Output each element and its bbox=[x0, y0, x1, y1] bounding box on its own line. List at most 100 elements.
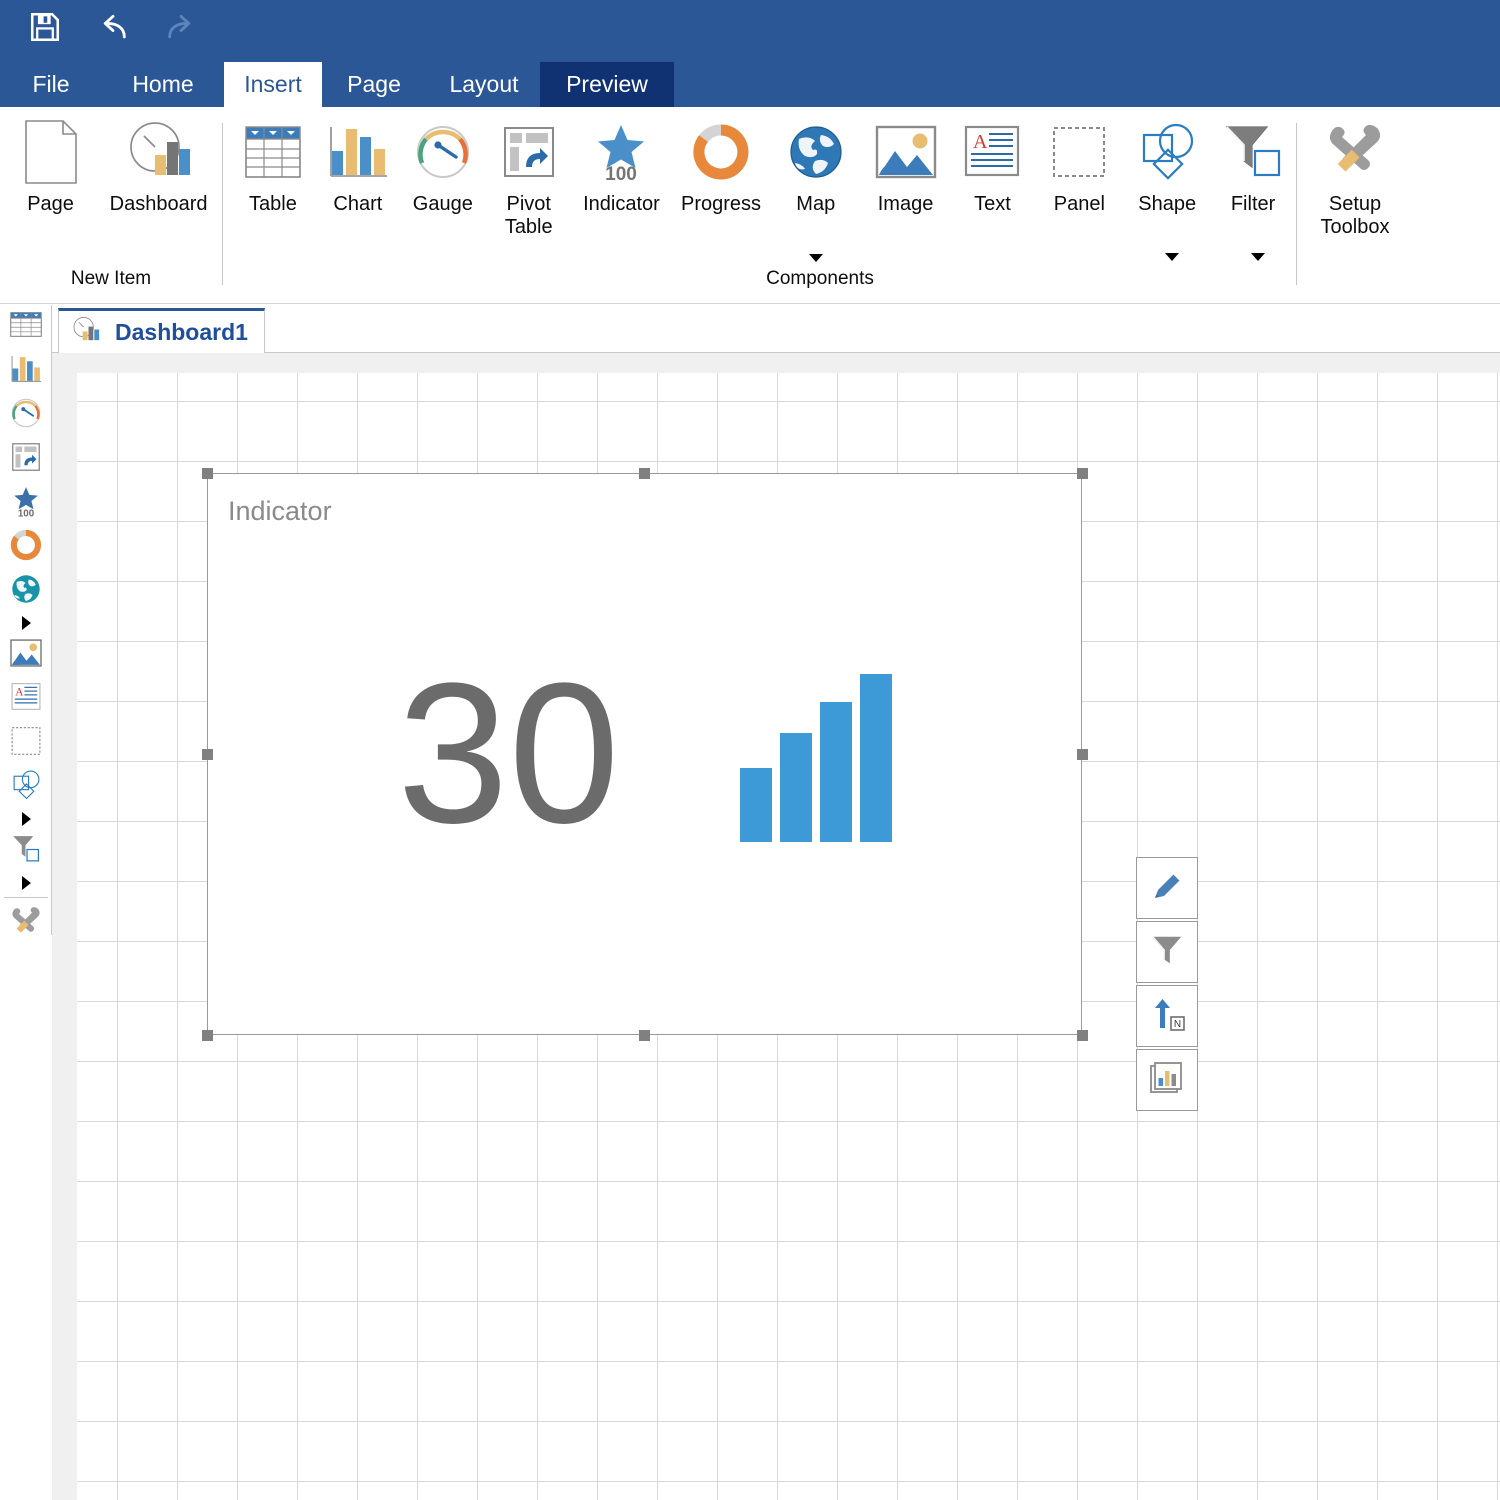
ribbon-tab-strip: File Home Insert Page Layout Preview bbox=[0, 62, 1500, 107]
sidebar-item-text[interactable]: A bbox=[0, 677, 52, 721]
chart-icon bbox=[9, 353, 43, 390]
svg-text:N: N bbox=[1174, 1019, 1181, 1030]
selection-handle-middle-left[interactable] bbox=[202, 749, 213, 760]
ribbon-button-progress[interactable]: Progress bbox=[671, 107, 771, 216]
selection-handle-top-left[interactable] bbox=[202, 468, 213, 479]
selection-handle-top-center[interactable] bbox=[639, 468, 650, 479]
sidebar-item-setup-toolbox[interactable] bbox=[0, 902, 52, 946]
ribbon-button-label: Map bbox=[796, 193, 836, 215]
ribbon-button-label: Indicator bbox=[583, 193, 660, 215]
sidebar-item-table[interactable] bbox=[0, 305, 52, 349]
ribbon-button-label: Text bbox=[974, 193, 1011, 215]
widget-edit-button[interactable] bbox=[1136, 857, 1198, 919]
sidebar-item-gauge[interactable] bbox=[0, 393, 52, 437]
sidebar-item-shape[interactable] bbox=[0, 765, 52, 809]
selection-handle-bottom-right[interactable] bbox=[1077, 1030, 1088, 1041]
widget-sort-button[interactable]: N bbox=[1136, 985, 1198, 1047]
dashboard-page[interactable]: Indicator 30 N bbox=[77, 373, 1500, 1500]
sidebar-item-panel[interactable] bbox=[0, 721, 52, 765]
panel-icon bbox=[1050, 115, 1108, 189]
text-icon: A bbox=[9, 682, 43, 717]
dashboard-icon bbox=[124, 115, 194, 189]
filter-icon bbox=[1148, 931, 1186, 974]
svg-text:100: 100 bbox=[606, 164, 638, 185]
ribbon-button-label: Gauge bbox=[412, 193, 473, 215]
shape-icon bbox=[8, 769, 44, 806]
ribbon-button-table[interactable]: Table bbox=[230, 107, 316, 216]
document-tab-bar: Dashboard1 bbox=[52, 305, 1500, 353]
sidebar-item-progress[interactable] bbox=[0, 525, 52, 569]
setup-toolbox-icon bbox=[1322, 115, 1388, 189]
ribbon-button-panel[interactable]: Panel bbox=[1034, 107, 1124, 216]
ribbon-button-dashboard[interactable]: Dashboard bbox=[95, 107, 222, 216]
chevron-down-icon[interactable] bbox=[1251, 253, 1266, 261]
indicator-icon: 100 bbox=[591, 115, 651, 189]
undo-icon[interactable] bbox=[90, 4, 136, 50]
ribbon-group-setup: Setup Toolbox bbox=[1298, 107, 1408, 304]
ribbon-button-filter[interactable]: Filter bbox=[1210, 107, 1296, 261]
pivot-table-icon bbox=[10, 441, 42, 478]
ribbon-button-chart[interactable]: Chart bbox=[316, 107, 400, 216]
gauge-icon bbox=[9, 396, 43, 435]
selection-handle-top-right[interactable] bbox=[1077, 468, 1088, 479]
tab-page[interactable]: Page bbox=[330, 62, 418, 107]
ribbon-button-page[interactable]: Page bbox=[6, 107, 95, 216]
page-icon bbox=[22, 115, 80, 189]
indicator-body: 30 bbox=[208, 614, 1081, 894]
chevron-down-icon[interactable] bbox=[1165, 253, 1180, 261]
ribbon: Page Dashboard New Item Table Chart Gaug… bbox=[0, 107, 1500, 304]
document-tab-dashboard1[interactable]: Dashboard1 bbox=[58, 308, 265, 353]
sidebar-item-chart[interactable] bbox=[0, 349, 52, 393]
sparkline-chart bbox=[739, 667, 892, 842]
ribbon-button-setup-toolbox[interactable]: Setup Toolbox bbox=[1303, 107, 1407, 239]
widget-filter-button[interactable] bbox=[1136, 921, 1198, 983]
ribbon-button-text[interactable]: A Text bbox=[950, 107, 1034, 216]
ribbon-button-indicator[interactable]: 100 Indicator bbox=[572, 107, 672, 216]
tab-home[interactable]: Home bbox=[108, 62, 218, 107]
sidebar-item-pivot-table[interactable] bbox=[0, 437, 52, 481]
redo-icon[interactable] bbox=[158, 4, 204, 50]
filter-icon bbox=[1222, 115, 1284, 189]
tab-preview[interactable]: Preview bbox=[540, 62, 674, 107]
ribbon-button-label: Panel bbox=[1053, 193, 1105, 215]
progress-icon bbox=[690, 115, 752, 189]
ribbon-button-pivot-table[interactable]: Pivot Table bbox=[486, 107, 572, 239]
widget-float-toolbar: N bbox=[1136, 857, 1198, 1111]
ribbon-group-label: New Item bbox=[70, 268, 152, 289]
series-chart-icon bbox=[1147, 1058, 1187, 1103]
ribbon-button-gauge[interactable]: Gauge bbox=[400, 107, 486, 216]
save-icon[interactable] bbox=[22, 4, 68, 50]
sidebar-separator bbox=[3, 897, 48, 898]
sparkline-bar bbox=[739, 768, 772, 842]
canvas-area[interactable]: Indicator 30 N bbox=[52, 373, 1500, 1500]
sidebar-filter-expand[interactable] bbox=[0, 873, 52, 893]
chevron-right-icon bbox=[21, 616, 31, 630]
image-icon bbox=[873, 115, 939, 189]
edit-pencil-icon bbox=[1147, 866, 1187, 911]
indicator-icon: 100 bbox=[9, 484, 43, 523]
widget-series-button[interactable] bbox=[1136, 1049, 1198, 1111]
selection-handle-bottom-center[interactable] bbox=[639, 1030, 650, 1041]
ribbon-button-image[interactable]: Image bbox=[861, 107, 951, 216]
sidebar-item-filter[interactable] bbox=[0, 829, 52, 873]
tab-file[interactable]: File bbox=[14, 62, 88, 107]
indicator-widget[interactable]: Indicator 30 bbox=[207, 473, 1082, 1035]
sidebar-item-image[interactable] bbox=[0, 633, 52, 677]
sidebar-item-map[interactable] bbox=[0, 569, 52, 613]
ribbon-button-label: Shape bbox=[1138, 193, 1197, 215]
sidebar-shape-expand[interactable] bbox=[0, 809, 52, 829]
ribbon-group-expand-caret[interactable] bbox=[809, 254, 823, 262]
map-icon bbox=[9, 572, 43, 611]
chevron-right-icon bbox=[21, 812, 31, 826]
sidebar-map-expand[interactable] bbox=[0, 613, 52, 633]
sidebar-item-indicator[interactable]: 100 bbox=[0, 481, 52, 525]
sort-icon: N bbox=[1147, 994, 1187, 1039]
ribbon-button-map[interactable]: Map bbox=[771, 107, 861, 216]
tab-insert[interactable]: Insert bbox=[224, 62, 322, 107]
tab-layout[interactable]: Layout bbox=[428, 62, 540, 107]
filter-icon bbox=[9, 833, 43, 870]
selection-handle-bottom-left[interactable] bbox=[202, 1030, 213, 1041]
selection-handle-middle-right[interactable] bbox=[1077, 749, 1088, 760]
ribbon-button-label: Filter bbox=[1230, 193, 1276, 215]
ribbon-button-shape[interactable]: Shape bbox=[1124, 107, 1210, 261]
